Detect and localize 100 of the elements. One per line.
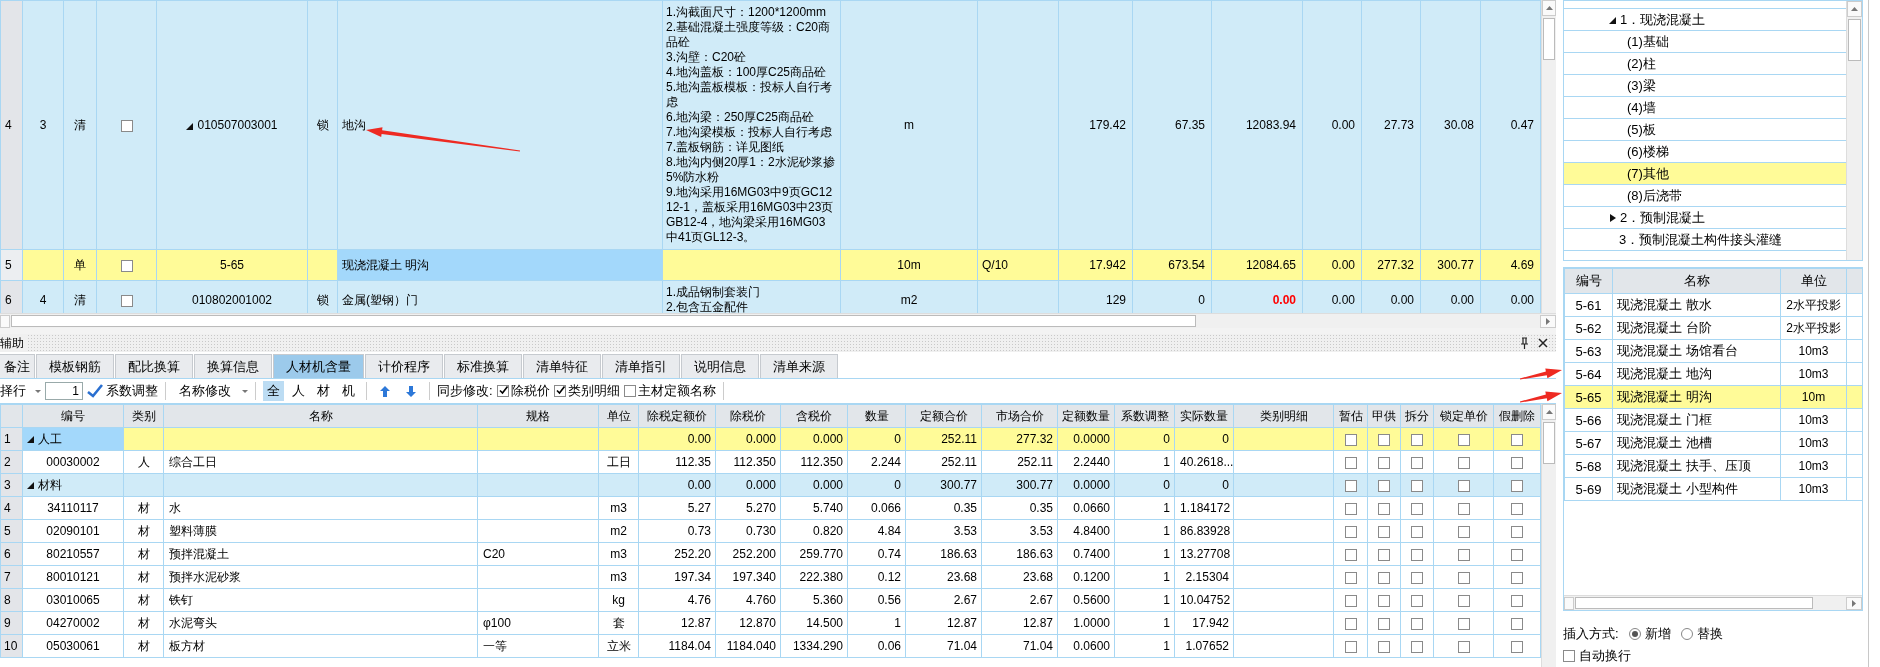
checkbox[interactable] xyxy=(1457,640,1470,653)
table-row[interactable]: 6 80210557 材 预拌混凝土 C20 m3 252.20 252.200 259.770 0.74 186.63 186.63 0.7400 1 13.27708 xyxy=(0,542,1541,566)
checkbox[interactable] xyxy=(1457,433,1470,446)
checkbox[interactable] xyxy=(1411,617,1423,630)
list-row[interactable]: 5-64 现浇混凝土 地沟 10m3 xyxy=(1564,362,1863,386)
scroll-up-arrow-icon[interactable] xyxy=(1545,6,1553,10)
table-row[interactable]: 5 02090101 材 塑料薄膜 m2 0.73 0.730 0.820 4.84 3.53 3.53 4.8400 1 86.83928 xyxy=(0,519,1541,543)
checkbox[interactable] xyxy=(1511,640,1523,653)
scroll-up-button[interactable] xyxy=(1542,0,1556,16)
list-row[interactable]: 5-61 现浇混凝土 散水 2水平投影 xyxy=(1564,293,1863,317)
collapse-triangle-icon[interactable] xyxy=(1609,15,1616,24)
tab[interactable]: 配比换算 xyxy=(115,354,193,378)
tree-item[interactable]: (2)柱 xyxy=(1564,53,1846,75)
tab[interactable]: 清单来源 xyxy=(760,354,838,378)
checkbox[interactable] xyxy=(1344,433,1357,446)
column-header[interactable]: 规格 xyxy=(477,404,599,428)
scroll-right-button[interactable] xyxy=(1540,314,1556,328)
tree-item[interactable]: 1．现浇混凝土 xyxy=(1564,9,1846,31)
list-row[interactable]: 5-65 现浇混凝土 明沟 10m xyxy=(1564,385,1863,409)
checkbox[interactable] xyxy=(1378,479,1390,492)
column-header[interactable]: 假删除 xyxy=(1493,404,1541,428)
collapse-triangle-icon[interactable] xyxy=(186,121,194,130)
filter-button[interactable]: 机 xyxy=(338,381,359,401)
checkbox[interactable] xyxy=(1344,594,1357,607)
checkbox[interactable] xyxy=(1457,479,1470,492)
checkbox[interactable] xyxy=(1457,594,1470,607)
checkbox[interactable] xyxy=(1344,640,1357,653)
tree-item[interactable]: (4)墙 xyxy=(1564,97,1846,119)
tab[interactable]: 计价程序 xyxy=(365,354,443,378)
column-header[interactable]: 编号 xyxy=(1564,268,1613,294)
table-row[interactable]: 7 80010121 材 预拌水泥砂浆 m3 197.34 197.340 222.380 0.12 23.68 23.68 0.1200 1 2.15304 xyxy=(0,565,1541,589)
checkbox[interactable] xyxy=(120,294,133,307)
move-up-icon[interactable] xyxy=(380,385,390,397)
table-row[interactable]: 8 03010065 材 铁钉 kg 4.76 4.760 5.360 0.56 2.67 2.67 0.5600 1 10.04752 xyxy=(0,588,1541,612)
radio-button[interactable] xyxy=(1680,628,1693,641)
checkbox[interactable] xyxy=(1378,617,1390,630)
checkbox[interactable] xyxy=(1457,548,1470,561)
tree-item[interactable]: (1)基础 xyxy=(1564,31,1846,53)
list-row[interactable]: 5-63 现浇混凝土 场馆看台 10m3 xyxy=(1564,339,1863,363)
list-row[interactable]: 5-66 现浇混凝土 门框 10m3 xyxy=(1564,408,1863,432)
scrollbar-thumb[interactable] xyxy=(1575,597,1813,610)
scrollbar-thumb[interactable] xyxy=(1543,18,1555,60)
checkbox[interactable] xyxy=(1411,502,1423,515)
checkbox[interactable] xyxy=(1511,456,1523,469)
vertical-scrollbar[interactable] xyxy=(1846,1,1862,261)
checkbox[interactable] xyxy=(1344,548,1357,561)
table-row[interactable]: 3 材料 0.00 0.000 0.000 0 300.77 300.77 0.0000 0 0 xyxy=(0,473,1541,497)
close-icon[interactable] xyxy=(1538,338,1548,348)
tree-item[interactable]: (5)板 xyxy=(1564,119,1846,141)
checkbox[interactable] xyxy=(1378,548,1390,561)
checkbox[interactable] xyxy=(120,259,133,272)
collapse-triangle-icon[interactable] xyxy=(27,435,34,444)
checkbox[interactable] xyxy=(1457,617,1470,630)
column-header[interactable]: 市场合价 xyxy=(981,404,1058,428)
expand-triangle-icon[interactable] xyxy=(1609,213,1616,222)
table-row[interactable]: 6 4 清 010802001002 锁 金属(塑钢）门 1.成品钢制套装门 2.包含五金配件 m2 129 0 0.00 0.00 0.00 0.00 0.00 xyxy=(0,280,1541,313)
list-row[interactable]: 5-68 现浇混凝土 扶手、压顶 10m3 xyxy=(1564,454,1863,478)
checkbox[interactable] xyxy=(1344,617,1357,630)
column-header[interactable]: 名称 xyxy=(1612,268,1781,294)
coef-adjust-button[interactable]: 系数调整 xyxy=(87,382,158,400)
checkbox[interactable] xyxy=(1344,525,1357,538)
scrollbar-thumb[interactable] xyxy=(1543,422,1555,464)
checkbox[interactable] xyxy=(1344,571,1357,584)
count-field[interactable]: 1 xyxy=(45,382,83,400)
checkbox[interactable] xyxy=(1411,479,1423,492)
column-header[interactable]: 暂估 xyxy=(1333,404,1368,428)
checkbox[interactable] xyxy=(1378,502,1390,515)
vertical-scrollbar[interactable] xyxy=(1541,404,1556,667)
tree-item[interactable]: (8)后浇带 xyxy=(1564,185,1846,207)
checkbox[interactable] xyxy=(623,385,636,397)
scroll-up-button[interactable] xyxy=(1847,1,1862,17)
tab[interactable]: 模板钢筋 xyxy=(36,354,114,378)
checkbox[interactable] xyxy=(1378,571,1390,584)
checkbox[interactable] xyxy=(1378,525,1390,538)
tab[interactable]: 标准换算 xyxy=(444,354,522,378)
tab[interactable]: 换算信息 xyxy=(194,354,272,378)
filter-button[interactable]: 材 xyxy=(313,381,334,401)
column-header[interactable]: 类别明细 xyxy=(1233,404,1334,428)
checkbox[interactable] xyxy=(1457,502,1470,515)
table-row[interactable]: 10 05030061 材 板方材 一等 立米 1184.04 1184.040 1334.290 0.06 71.04 71.04 0.0600 1 1.07652 xyxy=(0,634,1541,658)
checkbox[interactable] xyxy=(1411,640,1423,653)
pin-icon[interactable] xyxy=(1520,337,1529,349)
horizontal-scrollbar[interactable] xyxy=(0,313,1556,328)
scroll-right-button[interactable] xyxy=(1846,596,1862,610)
column-header[interactable]: 除税定额价 xyxy=(638,404,716,428)
checkbox[interactable] xyxy=(1411,433,1423,446)
list-row[interactable]: 5-62 现浇混凝土 台阶 2水平投影 xyxy=(1564,316,1863,340)
checkbox[interactable] xyxy=(120,119,133,132)
column-header[interactable]: 除税价 xyxy=(715,404,781,428)
checkbox[interactable] xyxy=(1563,650,1575,663)
column-header[interactable]: 实际数量 xyxy=(1174,404,1234,428)
row-select-dropdown[interactable]: 择行 xyxy=(0,382,41,400)
horizontal-scrollbar[interactable] xyxy=(1564,595,1862,611)
tab[interactable]: 清单特征 xyxy=(523,354,601,378)
tree-item[interactable]: (7)其他 xyxy=(1564,163,1846,185)
table-row[interactable]: 2 00030002 人 综合工日 工日 112.35 112.350 112.350 2.244 252.11 252.11 2.2440 1 40.2618... xyxy=(0,450,1541,474)
column-header[interactable]: 名称 xyxy=(163,404,478,428)
list-row[interactable]: 5-69 现浇混凝土 小型构件 10m3 xyxy=(1564,477,1863,501)
checkbox[interactable] xyxy=(1511,617,1523,630)
scroll-up-button[interactable] xyxy=(1542,404,1556,420)
